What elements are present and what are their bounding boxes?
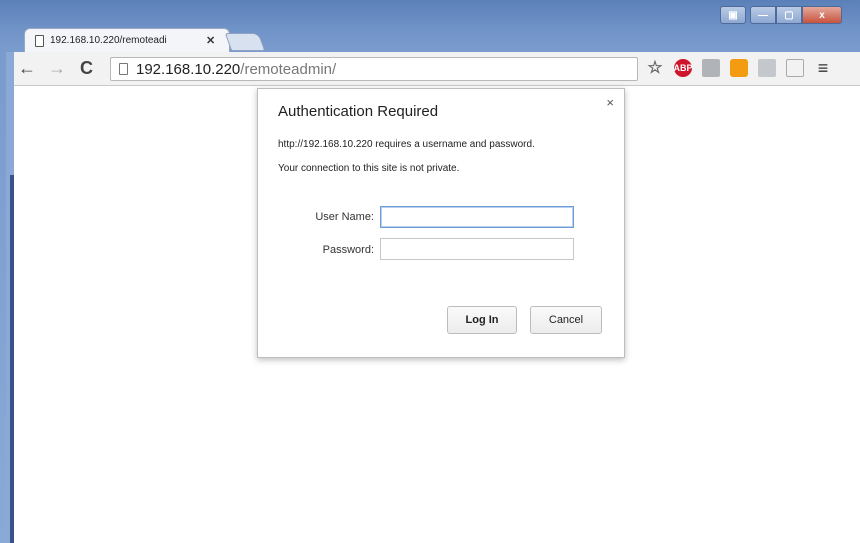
- close-window-button[interactable]: x: [802, 6, 842, 24]
- url-host: 192.168.10.220: [136, 60, 241, 78]
- edit-extension-icon[interactable]: [786, 59, 804, 77]
- address-bar[interactable]: 192.168.10.220/remoteadmin/: [110, 57, 638, 81]
- dialog-title: Authentication Required: [278, 103, 439, 120]
- tab-active[interactable]: 192.168.10.220/remoteadi ✕: [24, 28, 230, 52]
- password-label: Password:: [322, 244, 374, 256]
- pdf-extension-icon[interactable]: [702, 59, 720, 77]
- remote-desktop-button[interactable]: ▣: [720, 6, 746, 24]
- rss-feed-icon[interactable]: [758, 59, 776, 77]
- browser-toolbar: ← → C 192.168.10.220/remoteadmin/ ☆ ABP …: [6, 52, 860, 86]
- maximize-button[interactable]: ▢: [776, 6, 802, 24]
- dialog-message-auth: http://192.168.10.220 requires a usernam…: [278, 139, 535, 150]
- page-icon: [35, 34, 44, 47]
- tab-close-icon[interactable]: ✕: [206, 34, 215, 47]
- dialog-close-icon[interactable]: ×: [606, 95, 614, 110]
- page-icon: [119, 63, 128, 75]
- window-controls: ▣ — ▢ x: [720, 6, 842, 24]
- url-path: /remoteadmin/: [240, 60, 337, 78]
- cancel-button[interactable]: Cancel: [530, 306, 602, 334]
- dialog-message-privacy: Your connection to this site is not priv…: [278, 163, 460, 174]
- tab-title: 192.168.10.220/remoteadi: [50, 35, 167, 46]
- bookmark-star-icon[interactable]: ☆: [646, 58, 664, 77]
- new-tab-button[interactable]: [224, 33, 266, 51]
- forward-arrow-icon[interactable]: →: [48, 58, 66, 78]
- login-button[interactable]: Log In: [447, 306, 517, 334]
- tab-strip: 192.168.10.220/remoteadi ✕ ▣ — ▢ x: [0, 0, 860, 52]
- password-input[interactable]: [380, 238, 574, 260]
- back-arrow-icon[interactable]: ←: [18, 58, 36, 78]
- auth-dialog: × Authentication Required http://192.168…: [257, 88, 625, 358]
- extension-icons: ☆ ABP ≡: [646, 58, 832, 78]
- rss-subscription-icon[interactable]: [730, 59, 748, 77]
- username-label: User Name:: [315, 211, 374, 223]
- username-input[interactable]: [380, 206, 574, 228]
- reload-icon[interactable]: C: [80, 58, 93, 78]
- adblock-plus-icon[interactable]: ABP: [674, 59, 693, 77]
- menu-icon[interactable]: ≡: [814, 58, 832, 78]
- minimize-button[interactable]: —: [750, 6, 776, 24]
